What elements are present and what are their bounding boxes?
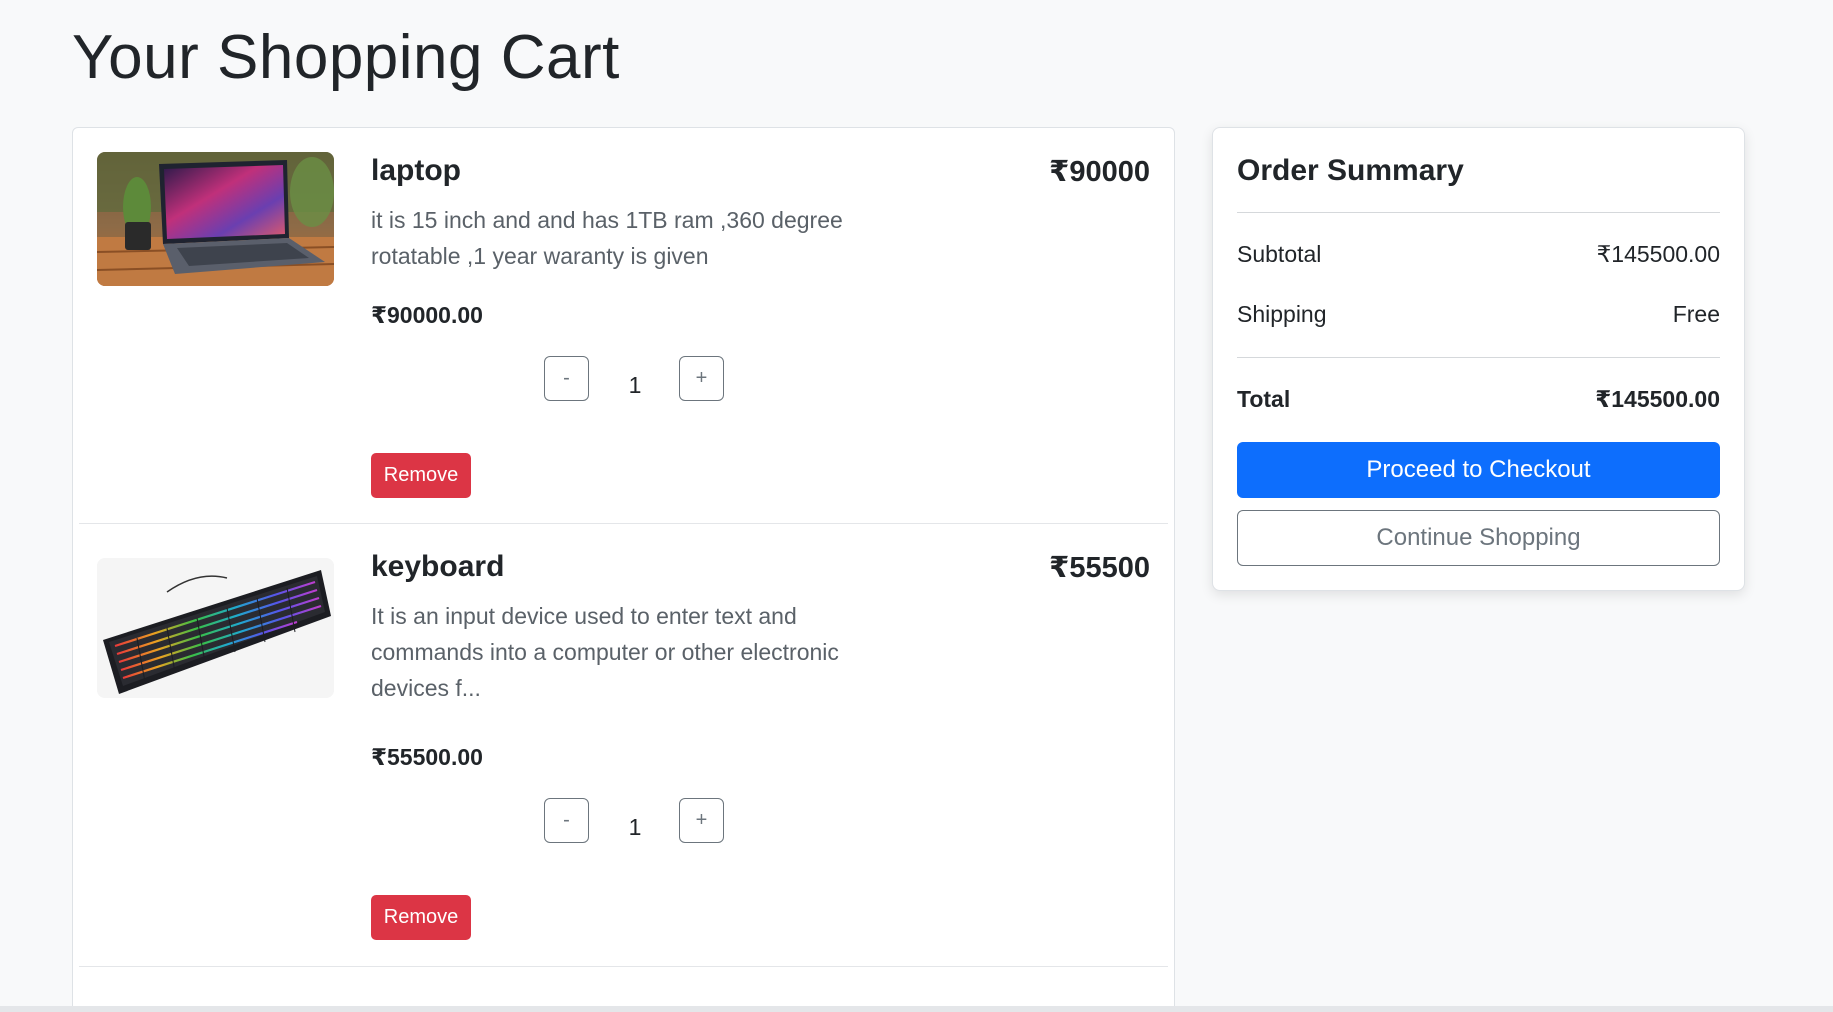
page-bottom-border — [0, 1006, 1833, 1012]
laptop-photo-icon — [97, 152, 334, 286]
subtotal-label: Subtotal — [1237, 241, 1322, 267]
divider — [1237, 357, 1720, 358]
cart-item: laptop ₹90000 it is 15 inch and and has … — [79, 128, 1168, 524]
product-line-total: ₹55500 — [1049, 552, 1150, 584]
shipping-value: Free — [1672, 301, 1720, 327]
quantity-value: 1 — [628, 372, 642, 398]
product-image — [97, 152, 334, 286]
cart-item: keyboard ₹55500 It is an input device us… — [79, 524, 1168, 967]
product-name: keyboard — [371, 550, 505, 583]
cart-items-card: laptop ₹90000 it is 15 inch and and has … — [72, 127, 1175, 1012]
decrease-quantity-button[interactable]: - — [544, 356, 589, 401]
product-unit-price: ₹55500.00 — [371, 744, 483, 770]
total-label: Total — [1237, 386, 1291, 412]
product-name: laptop — [371, 154, 461, 187]
divider — [1237, 212, 1720, 213]
continue-shopping-button[interactable]: Continue Shopping — [1237, 510, 1720, 566]
subtotal-row: Subtotal ₹145500.00 — [1237, 241, 1720, 268]
product-description: It is an input device used to enter text… — [371, 603, 839, 701]
increase-quantity-button[interactable]: + — [679, 798, 724, 843]
order-summary-title: Order Summary — [1237, 154, 1464, 187]
page-title: Your Shopping Cart — [72, 23, 620, 92]
proceed-to-checkout-button[interactable]: Proceed to Checkout — [1237, 442, 1720, 498]
shipping-row: Shipping Free — [1237, 301, 1720, 328]
product-line-total: ₹90000 — [1049, 156, 1150, 188]
quantity-value: 1 — [628, 814, 642, 840]
shipping-label: Shipping — [1237, 301, 1327, 327]
remove-item-button[interactable]: Remove — [371, 453, 471, 498]
remove-item-button[interactable]: Remove — [371, 895, 471, 940]
total-value: ₹145500.00 — [1595, 386, 1720, 412]
total-row: Total ₹145500.00 — [1237, 386, 1720, 413]
product-image — [97, 558, 334, 698]
increase-quantity-button[interactable]: + — [679, 356, 724, 401]
keyboard-photo-icon — [97, 558, 334, 698]
order-summary-card: Order Summary Subtotal ₹145500.00 Shippi… — [1212, 127, 1745, 591]
decrease-quantity-button[interactable]: - — [544, 798, 589, 843]
product-unit-price: ₹90000.00 — [371, 302, 483, 328]
subtotal-value: ₹145500.00 — [1596, 241, 1720, 267]
product-description: it is 15 inch and and has 1TB ram ,360 d… — [371, 207, 843, 269]
